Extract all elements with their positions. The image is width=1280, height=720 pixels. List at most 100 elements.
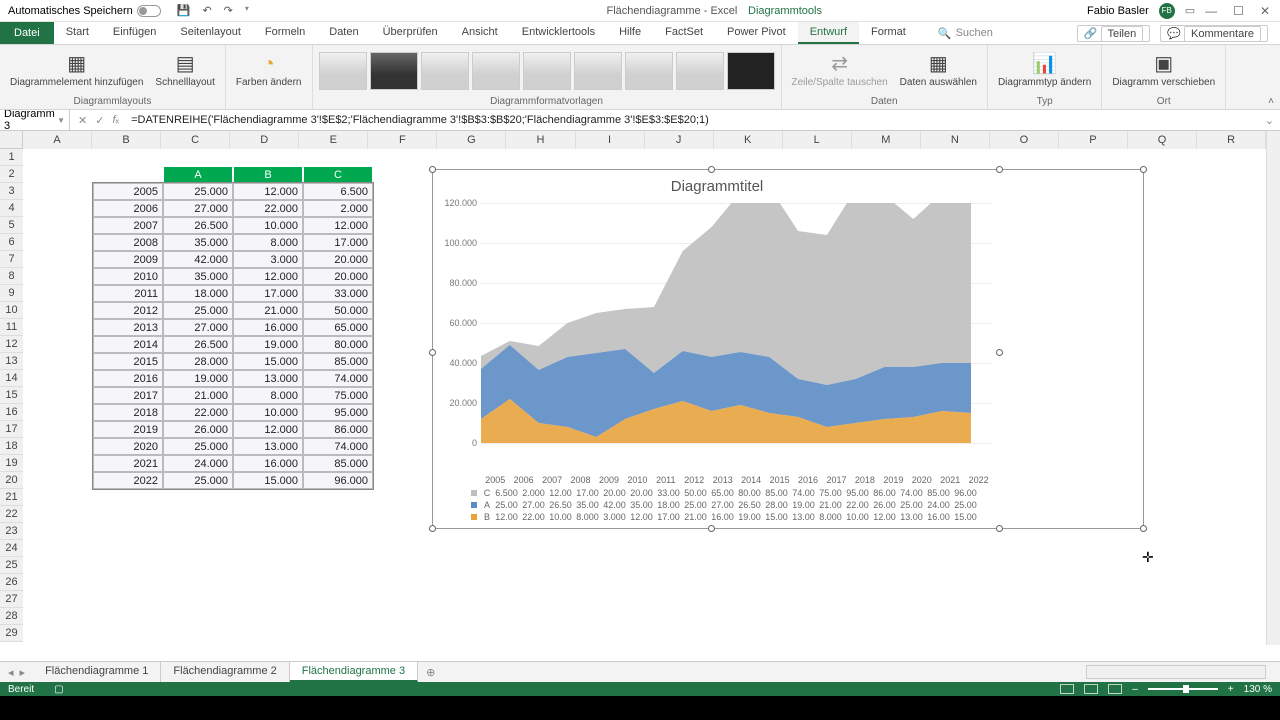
change-colors-button[interactable]: ◔Farben ändern	[232, 51, 306, 90]
maximize-icon[interactable]: ☐	[1233, 4, 1244, 18]
accept-formula-icon[interactable]: ✓	[95, 114, 104, 127]
ribbon-tab-entwurf[interactable]: Entwurf	[798, 22, 859, 44]
close-icon[interactable]: ✕	[1260, 4, 1270, 18]
ribbon-tab-format[interactable]: Format	[859, 22, 918, 42]
name-box[interactable]: Diagramm 3 ▼	[0, 108, 70, 132]
col-header-K[interactable]: K	[714, 131, 783, 149]
formula-input[interactable]: =DATENREIHE('Flächendiagramme 3'!$E$2;'F…	[127, 114, 1259, 126]
col-header-F[interactable]: F	[368, 131, 437, 149]
cell[interactable]: 2014	[93, 336, 163, 353]
ribbon-tab-überprüfen[interactable]: Überprüfen	[371, 22, 450, 42]
chart-handle-nw[interactable]	[429, 166, 436, 173]
cell[interactable]: 24.000	[163, 455, 233, 472]
cell[interactable]: 80.000	[303, 336, 373, 353]
redo-icon[interactable]: ↷	[224, 4, 233, 17]
cell[interactable]: 26.500	[163, 217, 233, 234]
cell[interactable]: 96.000	[303, 472, 373, 489]
chart-inner-handle-n[interactable]	[996, 166, 1003, 173]
cell[interactable]: 25.000	[163, 438, 233, 455]
row-header-24[interactable]: 24	[0, 540, 23, 557]
user-name[interactable]: Fabio Basler	[1087, 5, 1149, 17]
cell[interactable]: 2.000	[303, 200, 373, 217]
chart-handle-se[interactable]	[1140, 525, 1147, 532]
row-header-16[interactable]: 16	[0, 404, 23, 421]
ribbon-tab-factset[interactable]: FactSet	[653, 22, 715, 42]
row-header-5[interactable]: 5	[0, 217, 23, 234]
cell[interactable]: 12.000	[303, 217, 373, 234]
row-header-3[interactable]: 3	[0, 183, 23, 200]
row-header-17[interactable]: 17	[0, 421, 23, 438]
cell[interactable]: 27.000	[163, 319, 233, 336]
sheet-tab[interactable]: Flächendiagramme 2	[161, 662, 289, 682]
cell[interactable]: 28.000	[163, 353, 233, 370]
cell[interactable]: 74.000	[303, 438, 373, 455]
cell[interactable]: 26.500	[163, 336, 233, 353]
cell[interactable]: 2011	[93, 285, 163, 302]
row-header-9[interactable]: 9	[0, 285, 23, 302]
chart-plot-area[interactable]: Diagrammtitel 020.00040.00060.00080.0001…	[441, 174, 993, 524]
user-avatar[interactable]: FB	[1159, 3, 1175, 19]
sheet-tab[interactable]: Flächendiagramme 3	[290, 662, 418, 682]
ribbon-tab-formeln[interactable]: Formeln	[253, 22, 317, 42]
cell[interactable]: 74.000	[303, 370, 373, 387]
cell[interactable]: 65.000	[303, 319, 373, 336]
cell[interactable]: 17.000	[233, 285, 303, 302]
row-header-27[interactable]: 27	[0, 591, 23, 608]
col-header-O[interactable]: O	[990, 131, 1059, 149]
chart-handle-w[interactable]	[429, 349, 436, 356]
cell[interactable]: 2018	[93, 404, 163, 421]
cell[interactable]: 2010	[93, 268, 163, 285]
row-header-8[interactable]: 8	[0, 268, 23, 285]
row-header-21[interactable]: 21	[0, 489, 23, 506]
chart-handle-s[interactable]	[708, 525, 715, 532]
cell[interactable]: A	[163, 166, 233, 183]
col-header-B[interactable]: B	[92, 131, 161, 149]
cell[interactable]: 2021	[93, 455, 163, 472]
chart-styles-gallery[interactable]	[319, 52, 775, 90]
row-header-13[interactable]: 13	[0, 353, 23, 370]
cell[interactable]: 19.000	[233, 336, 303, 353]
select-all-corner[interactable]	[0, 131, 23, 149]
chart-title[interactable]: Diagrammtitel	[441, 174, 993, 199]
row-header-28[interactable]: 28	[0, 608, 23, 625]
col-header-M[interactable]: M	[852, 131, 921, 149]
row-headers[interactable]: 1234567891011121314151617181920212223242…	[0, 149, 23, 642]
col-header-E[interactable]: E	[299, 131, 368, 149]
ribbon-tab-hilfe[interactable]: Hilfe	[607, 22, 653, 42]
chart-style-6[interactable]	[574, 52, 622, 90]
col-header-Q[interactable]: Q	[1128, 131, 1197, 149]
cell[interactable]: 18.000	[163, 285, 233, 302]
autosave-toggle[interactable]: Automatisches Speichern	[0, 5, 169, 17]
cell[interactable]: 21.000	[163, 387, 233, 404]
vertical-scrollbar[interactable]	[1266, 131, 1280, 645]
cell[interactable]: 50.000	[303, 302, 373, 319]
expand-formula-icon[interactable]: ⌄	[1259, 114, 1280, 127]
ribbon-tab-entwicklertools[interactable]: Entwicklertools	[510, 22, 607, 42]
cell[interactable]: 13.000	[233, 438, 303, 455]
col-header-G[interactable]: G	[437, 131, 506, 149]
cell[interactable]: 85.000	[303, 353, 373, 370]
ribbon-tab-seitenlayout[interactable]: Seitenlayout	[168, 22, 253, 42]
add-chart-element-button[interactable]: ▦Diagrammelement hinzufügen	[6, 51, 147, 90]
chart-inner-handle-e[interactable]	[996, 349, 1003, 356]
cell[interactable]: 10.000	[233, 404, 303, 421]
col-header-J[interactable]: J	[645, 131, 714, 149]
share-button[interactable]: 🔗 Teilen	[1077, 25, 1151, 42]
cell[interactable]: 86.000	[303, 421, 373, 438]
cell[interactable]: 33.000	[303, 285, 373, 302]
col-header-I[interactable]: I	[576, 131, 645, 149]
file-tab[interactable]: Datei	[0, 22, 54, 44]
col-header-N[interactable]: N	[921, 131, 990, 149]
cell[interactable]: 2015	[93, 353, 163, 370]
cell[interactable]: 26.000	[163, 421, 233, 438]
select-data-button[interactable]: ▦Daten auswählen	[896, 51, 981, 90]
col-header-A[interactable]: A	[23, 131, 92, 149]
cell[interactable]: 35.000	[163, 234, 233, 251]
cell[interactable]: 22.000	[233, 200, 303, 217]
ribbon-tab-power pivot[interactable]: Power Pivot	[715, 22, 798, 42]
chart-style-2[interactable]	[370, 52, 418, 90]
chart-handle-n[interactable]	[708, 166, 715, 173]
cell[interactable]: 16.000	[233, 455, 303, 472]
col-header-P[interactable]: P	[1059, 131, 1128, 149]
search-box[interactable]: 🔍 Suchen	[938, 27, 993, 40]
